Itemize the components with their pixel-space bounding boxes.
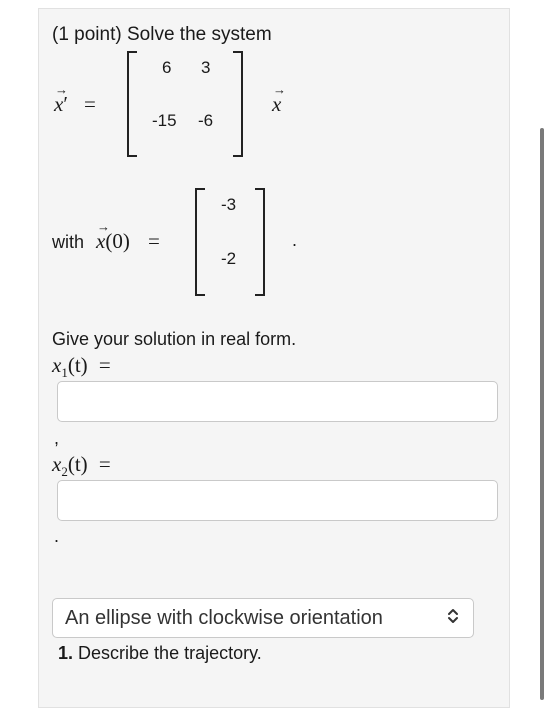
matrix-r1c2: 3 <box>201 58 211 77</box>
trajectory-select-value: An ellipse with clockwise orientation <box>65 607 383 629</box>
with-label: with <box>52 232 85 252</box>
matrix-r2c1: -15 <box>152 111 177 130</box>
initial-period: . <box>292 230 298 250</box>
trajectory-select[interactable]: An ellipse with clockwise orientation <box>52 598 474 638</box>
x1-label: x1(t) = <box>52 353 111 381</box>
initial-right-bracket <box>255 188 265 296</box>
vector-arrow-icon: → <box>97 219 110 234</box>
initial-left-bracket <box>195 188 205 296</box>
rhs-vector: → x <box>272 82 286 116</box>
x2-input[interactable] <box>57 480 498 521</box>
problem-title: (1 point) Solve the system <box>52 24 272 45</box>
trajectory-question: 1. Describe the trajectory. <box>58 643 262 663</box>
initial-value-1: -3 <box>221 195 237 214</box>
matrix-r2c2: -6 <box>198 111 214 130</box>
period-separator: . <box>54 526 60 546</box>
chevron-up-down-icon <box>447 607 459 630</box>
vector-arrow-icon: → <box>273 82 286 97</box>
matrix-r1c1: 6 <box>162 58 172 77</box>
equals-sign: = <box>84 92 96 116</box>
comma-separator: , <box>54 428 60 448</box>
initial-vector: → x(0) <box>96 219 130 253</box>
matrix-left-bracket <box>127 51 137 157</box>
instruction-text: Give your solution in real form. <box>52 329 297 349</box>
vertical-scrollbar[interactable] <box>540 128 544 700</box>
matrix-right-bracket <box>233 51 243 157</box>
vector-arrow-icon: → <box>55 82 68 97</box>
x1-input[interactable] <box>57 381 498 422</box>
initial-value-2: -2 <box>221 249 237 268</box>
initial-equals: = <box>148 229 160 253</box>
lhs-vector: → x′ <box>54 82 68 116</box>
x2-label: x2(t) = <box>52 452 111 480</box>
